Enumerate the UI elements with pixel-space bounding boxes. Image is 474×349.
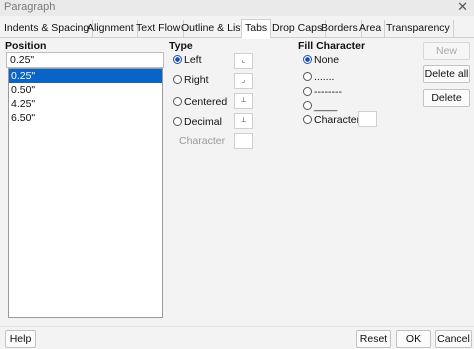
type-character-field[interactable] [234, 133, 253, 149]
delete-button[interactable]: Delete [423, 89, 470, 107]
radio-icon [173, 117, 182, 126]
type-decimal-radio[interactable]: Decimal [173, 115, 222, 129]
tab-area[interactable]: Area [356, 20, 386, 38]
tab-centered-preview-icon: ⊥ [234, 93, 253, 109]
new-button[interactable]: New [423, 42, 470, 60]
type-left-radio[interactable]: Left [173, 53, 202, 67]
radio-icon [173, 97, 182, 106]
type-right-label: Right [184, 74, 209, 86]
fill-dashes-radio[interactable]: -------- [303, 85, 342, 99]
radio-icon [303, 72, 312, 81]
radio-icon [303, 115, 312, 124]
tab-alignment[interactable]: Alignment [84, 20, 138, 38]
type-decimal-label: Decimal [184, 116, 222, 128]
fill-none-label: None [314, 54, 340, 66]
tab-indents-spacing[interactable]: Indents & Spacing [1, 20, 94, 38]
fill-underscore-radio[interactable]: ____ [303, 99, 337, 113]
reset-button[interactable]: Reset [356, 330, 391, 348]
list-item[interactable]: 0.50" [9, 83, 162, 97]
type-left-label: Left [184, 54, 202, 66]
list-item[interactable]: 0.25" [9, 69, 162, 83]
radio-icon [173, 75, 182, 84]
type-right-radio[interactable]: Right [173, 73, 209, 87]
type-centered-label: Centered [184, 96, 228, 108]
tab-bar: Indents & Spacing Alignment Text Flow Ou… [0, 18, 474, 39]
help-button[interactable]: Help [5, 330, 36, 348]
position-input[interactable]: 0.25" [6, 52, 164, 68]
close-icon[interactable]: ✕ [457, 0, 468, 14]
fill-character-label: Character [314, 114, 361, 126]
tab-transparency[interactable]: Transparency [383, 20, 454, 38]
fill-underscore-label: ____ [314, 100, 338, 112]
type-character-label: Character [179, 135, 226, 147]
tab-right-preview-icon: ⌟ [234, 73, 253, 89]
fill-character-field[interactable] [358, 111, 377, 127]
fill-heading: Fill Character [298, 40, 366, 52]
position-list[interactable]: 0.25" 0.50" 4.25" 6.50" [8, 68, 163, 318]
fill-dots-label: ....... [314, 71, 335, 83]
delete-all-button[interactable]: Delete all [423, 65, 470, 83]
position-heading: Position [5, 40, 47, 52]
radio-checked-icon [303, 55, 312, 64]
cancel-button[interactable]: Cancel [435, 330, 472, 348]
tab-outline-list[interactable]: Outline & List [178, 20, 248, 38]
fill-none-radio[interactable]: None [303, 53, 339, 67]
tab-text-flow[interactable]: Text Flow [133, 20, 185, 38]
tab-left-preview-icon: ⌞ [234, 53, 253, 69]
type-heading: Type [169, 40, 193, 52]
list-item[interactable]: 4.25" [9, 97, 162, 111]
tab-tabs[interactable]: Tabs [241, 19, 272, 39]
radio-icon [303, 101, 312, 110]
fill-dashes-label: -------- [314, 86, 342, 98]
radio-icon [303, 87, 312, 96]
type-centered-radio[interactable]: Centered [173, 95, 227, 109]
radio-checked-icon [173, 55, 182, 64]
title-bar: Paragraph ✕ [0, 0, 474, 16]
tab-decimal-preview-icon: ⊥ [234, 113, 253, 129]
fill-character-radio[interactable]: Character [303, 113, 360, 127]
window-title: Paragraph [4, 1, 56, 13]
ok-button[interactable]: OK [396, 330, 431, 348]
fill-dots-radio[interactable]: ....... [303, 70, 334, 84]
list-item[interactable]: 6.50" [9, 111, 162, 125]
